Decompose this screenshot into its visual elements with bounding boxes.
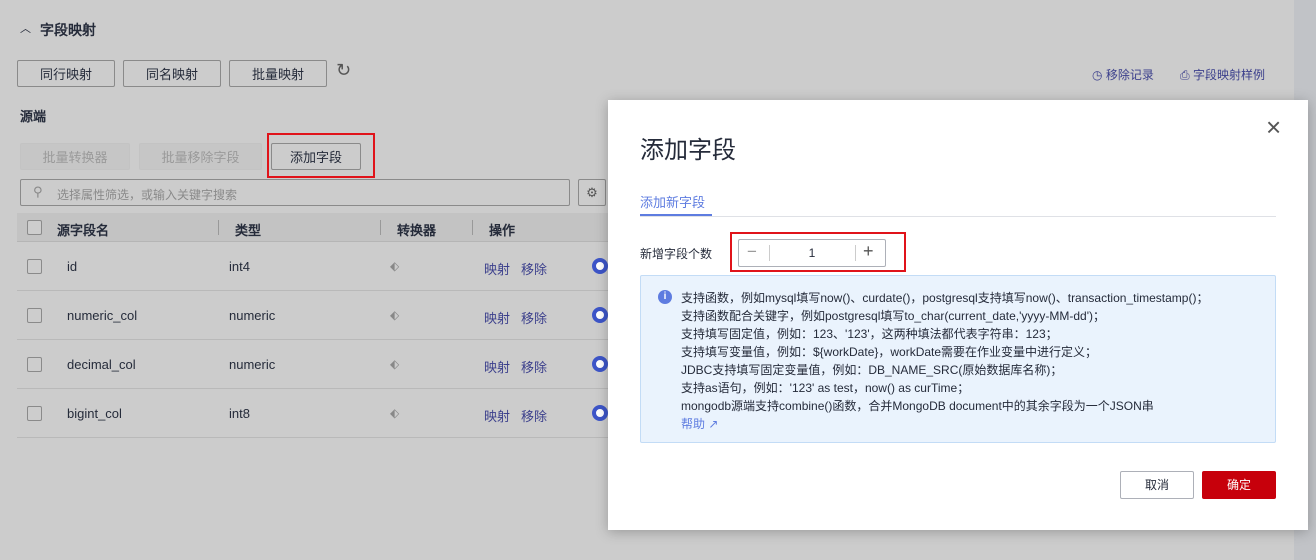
header-converter: 转换器 bbox=[397, 223, 437, 238]
cancel-button[interactable]: 取消 bbox=[1120, 471, 1194, 499]
row-checkbox[interactable] bbox=[27, 357, 42, 372]
tag-icon[interactable]: ⬖ bbox=[390, 406, 399, 420]
field-name: decimal_col bbox=[67, 357, 136, 372]
table-row: decimal_col numeric ⬖ 映射 移除 bbox=[17, 340, 609, 389]
batch-converter-button[interactable]: 批量转换器 bbox=[20, 143, 130, 170]
highlight-box bbox=[267, 133, 375, 178]
info-box: i 支持函数，例如mysql填写now()、curdate()，postgres… bbox=[640, 275, 1276, 443]
info-line: mongodb源端支持combine()函数，合并MongoDB documen… bbox=[681, 399, 1154, 413]
dialog-title: 添加字段 bbox=[640, 137, 736, 164]
search-input[interactable]: ⚲ 选择属性筛选，或输入关键字搜索 bbox=[20, 179, 570, 206]
map-link[interactable]: 映射 bbox=[484, 308, 510, 327]
field-type: numeric bbox=[229, 357, 276, 372]
remove-link[interactable]: 移除 bbox=[521, 357, 547, 376]
map-link[interactable]: 映射 bbox=[484, 357, 510, 376]
refresh-icon[interactable]: ↻ bbox=[336, 60, 351, 81]
history-icon: ◷ bbox=[1092, 68, 1106, 82]
remove-record-link[interactable]: ◷ 移除记录 bbox=[1092, 66, 1154, 83]
field-type: int8 bbox=[229, 406, 250, 421]
header-actions: 操作 bbox=[489, 223, 516, 238]
map-link[interactable]: 映射 bbox=[484, 259, 510, 278]
mapping-sample-link[interactable]: ⎙ 字段映射样例 bbox=[1180, 66, 1265, 83]
name-map-button[interactable]: 同名映射 bbox=[123, 60, 221, 87]
tag-icon[interactable]: ⬖ bbox=[390, 357, 399, 371]
info-line: 支持函数配合关键字，例如postgresql填写to_char(current_… bbox=[681, 309, 1106, 323]
field-name: numeric_col bbox=[67, 308, 138, 323]
table-row: numeric_col numeric ⬖ 映射 移除 bbox=[17, 291, 609, 340]
section-title: 字段映射 bbox=[40, 22, 96, 38]
tab-add-new-field[interactable]: 添加新字段 bbox=[640, 192, 705, 211]
count-label: 新增字段个数 bbox=[640, 247, 713, 261]
settings-gear-icon[interactable]: ⚙ bbox=[578, 179, 606, 206]
table-header: 源字段名 类型 转换器 操作 bbox=[17, 213, 609, 242]
info-line: 支持as语句，例如：'123' as test，now() as curTime… bbox=[681, 381, 970, 395]
status-toggle-icon[interactable] bbox=[592, 405, 608, 421]
table-row: id int4 ⬖ 映射 移除 bbox=[17, 242, 609, 291]
search-icon: ⚲ bbox=[33, 184, 43, 199]
collapse-chevron-icon[interactable]: ︿ bbox=[20, 20, 31, 36]
batch-map-button[interactable]: 批量映射 bbox=[229, 60, 327, 87]
external-link-icon: ↗ bbox=[708, 417, 719, 431]
select-all-checkbox[interactable] bbox=[27, 220, 42, 235]
field-type: numeric bbox=[229, 308, 276, 323]
row-map-button[interactable]: 同行映射 bbox=[17, 60, 115, 87]
field-name: bigint_col bbox=[67, 406, 122, 421]
tag-icon[interactable]: ⬖ bbox=[390, 259, 399, 273]
remove-link[interactable]: 移除 bbox=[521, 406, 547, 425]
close-icon[interactable]: × bbox=[1266, 112, 1281, 143]
status-toggle-icon[interactable] bbox=[592, 307, 608, 323]
confirm-button[interactable]: 确定 bbox=[1202, 471, 1276, 499]
tag-icon[interactable]: ⬖ bbox=[390, 308, 399, 322]
header-type: 类型 bbox=[235, 223, 262, 238]
batch-remove-button[interactable]: 批量移除字段 bbox=[139, 143, 262, 170]
document-icon: ⎙ bbox=[1180, 68, 1193, 82]
remove-link[interactable]: 移除 bbox=[521, 259, 547, 278]
info-line: JDBC支持填写固定变量值，例如：DB_NAME_SRC(原始数据库名称)； bbox=[681, 363, 1063, 377]
row-checkbox[interactable] bbox=[27, 259, 42, 274]
info-icon: i bbox=[658, 290, 672, 304]
row-checkbox[interactable] bbox=[27, 308, 42, 323]
help-link[interactable]: 帮助 ↗ bbox=[681, 415, 718, 432]
highlight-box bbox=[730, 232, 906, 272]
source-title: 源端 bbox=[20, 109, 47, 124]
add-field-dialog: 添加字段 × 添加新字段 新增字段个数 − 1 + i 支持函数，例如mysql… bbox=[608, 100, 1308, 530]
field-name: id bbox=[67, 259, 78, 274]
info-line: 支持填写变量值，例如：${workDate}，workDate需要在作业变量中进… bbox=[681, 345, 1098, 359]
status-toggle-icon[interactable] bbox=[592, 258, 608, 274]
remove-link[interactable]: 移除 bbox=[521, 308, 547, 327]
row-checkbox[interactable] bbox=[27, 406, 42, 421]
info-line: 支持填写固定值，例如：123、'123'，这两种填法都代表字符串：123； bbox=[681, 327, 1058, 341]
map-link[interactable]: 映射 bbox=[484, 406, 510, 425]
status-toggle-icon[interactable] bbox=[592, 356, 608, 372]
field-type: int4 bbox=[229, 259, 250, 274]
header-name: 源字段名 bbox=[57, 223, 110, 238]
table-row: bigint_col int8 ⬖ 映射 移除 bbox=[17, 389, 609, 438]
info-line: 支持函数，例如mysql填写now()、curdate()，postgresql… bbox=[681, 291, 1209, 305]
